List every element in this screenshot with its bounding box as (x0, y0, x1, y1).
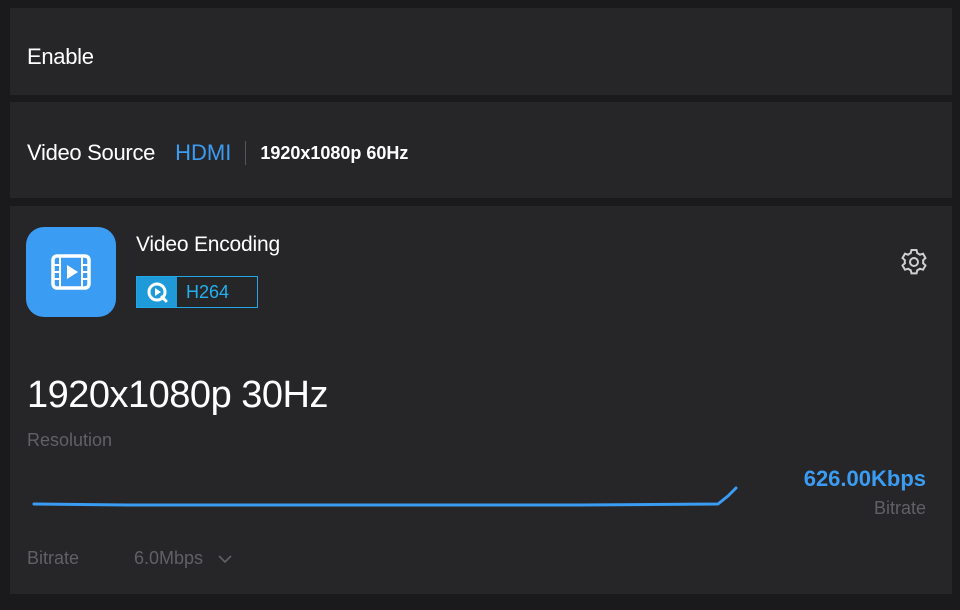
bitrate-select[interactable]: 6.0Mbps (134, 548, 233, 569)
resolution-value: 1920x1080p 30Hz (27, 374, 328, 416)
codec-badge: H264 (136, 276, 258, 308)
gear-icon[interactable] (898, 246, 930, 278)
video-source-divider (245, 141, 247, 165)
bitrate-live-label: Bitrate (873, 498, 926, 518)
codec-name: H264 (186, 281, 230, 302)
video-source-panel: Video Source HDMI 1920x1080p 60Hz (10, 102, 952, 198)
video-source-label: Video Source (27, 140, 156, 165)
bitrate-live-value: 626.00Kbps (803, 466, 926, 491)
video-encoding-title: Video Encoding (136, 233, 280, 256)
video-source-row: Video Source HDMI 1920x1080p 60Hz (27, 140, 408, 166)
bitrate-setting-label: Bitrate (27, 548, 80, 568)
video-source-detail: 1920x1080p 60Hz (260, 142, 409, 163)
enable-label: Enable (27, 44, 94, 69)
resolution-label: Resolution (27, 430, 113, 450)
enable-panel: Enable (10, 8, 952, 95)
codec-play-icon (137, 277, 177, 307)
chevron-down-icon (218, 554, 232, 563)
film-play-icon (26, 227, 116, 317)
bitrate-sparkline (32, 486, 738, 507)
video-encoding-panel: Video Encoding H264 1920x1080p 30Hz Reso… (10, 206, 952, 594)
video-source-value[interactable]: HDMI (175, 140, 231, 166)
bitrate-select-value: 6.0Mbps (134, 548, 204, 568)
